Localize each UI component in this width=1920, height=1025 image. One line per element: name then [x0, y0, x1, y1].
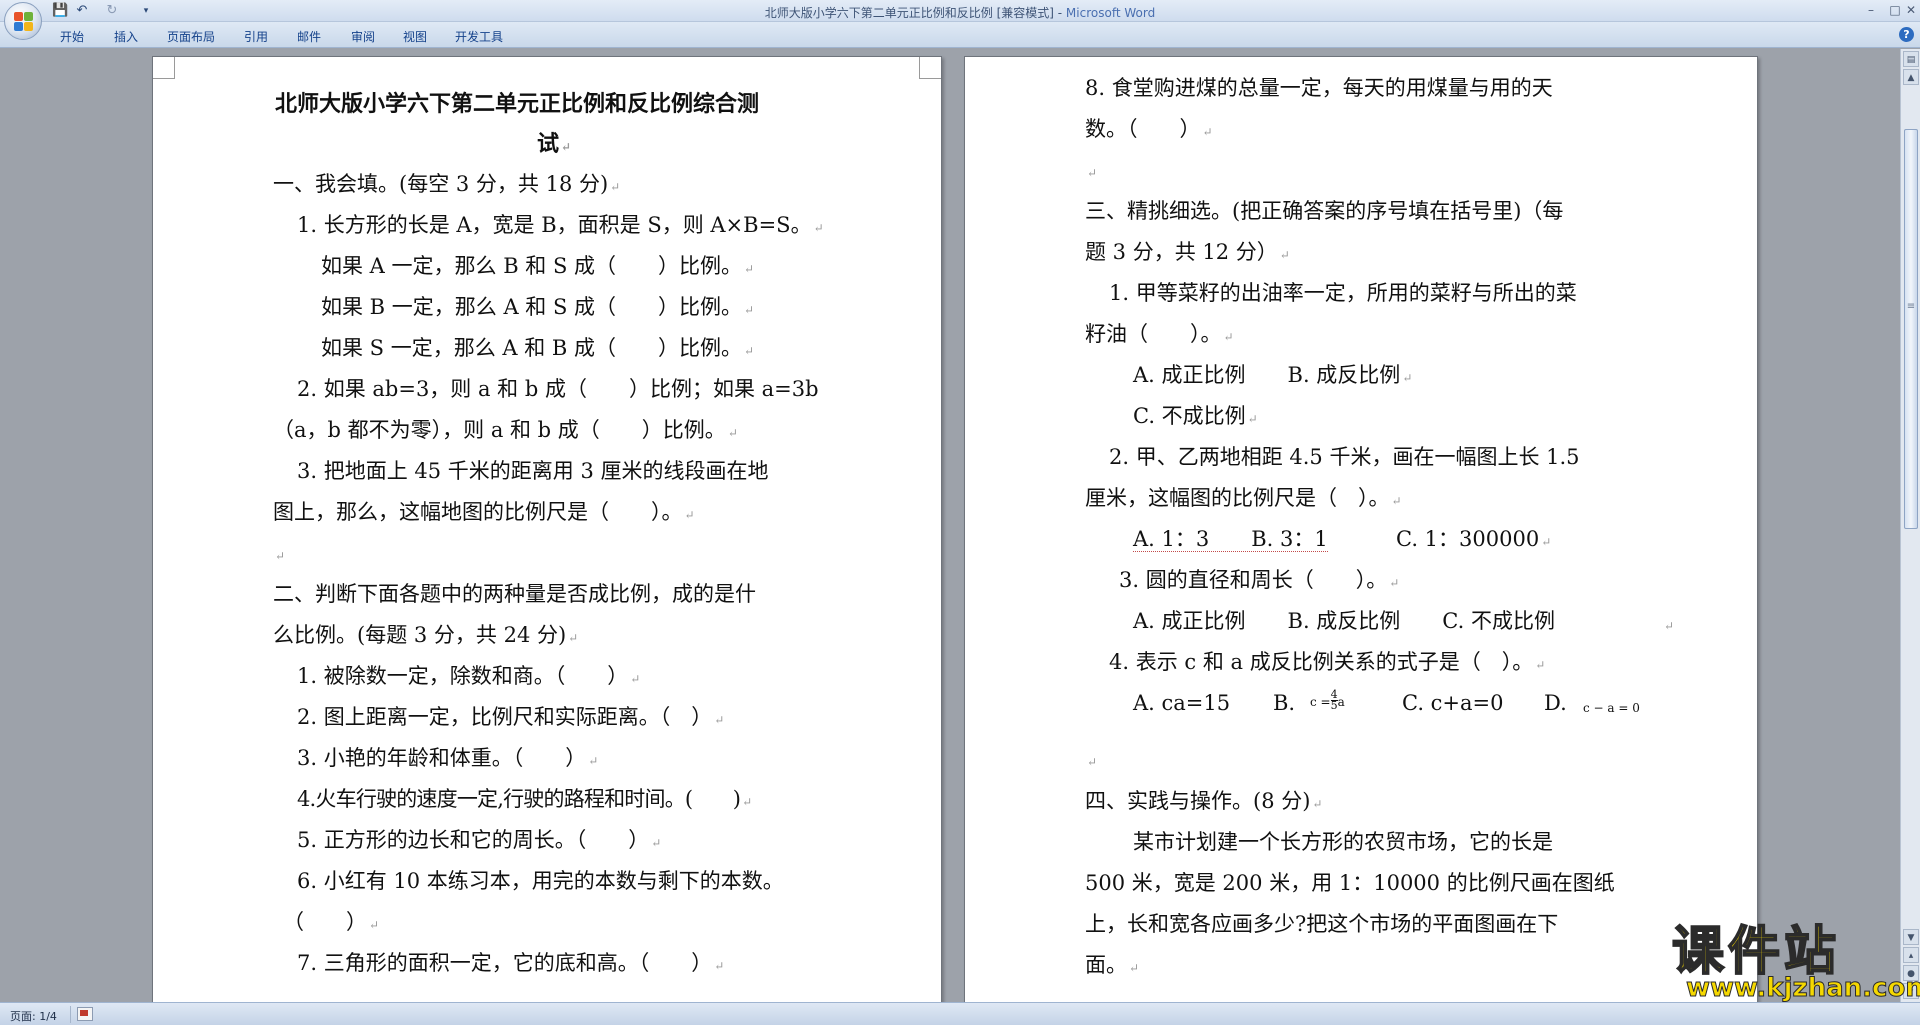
scroll-grip-icon: ≡ — [1906, 301, 1916, 312]
doc-answer-option-d: D. — [1544, 691, 1567, 715]
tab-insert[interactable]: 插入 — [114, 28, 138, 45]
tab-view[interactable]: 视图 — [403, 28, 427, 45]
doc-section-heading: 么比例。(每题 3 分，共 24 分) ↵ — [273, 623, 579, 647]
doc-fraction-formula: c = 4 5 a — [1310, 688, 1345, 712]
doc-answer-options: A. 1：3 B. 3：1 — [1133, 527, 1328, 552]
title-bar: 💾 ↶ ↻ ▾ 北师大版小学六下第二单元正比例和反比例 [兼容模式] - Mic… — [0, 0, 1920, 22]
doc-question-line: 3. 圆的直径和周长（ ）。 ↵ — [1119, 568, 1400, 592]
document-title-line-1: 北师大版小学六下第二单元正比例和反比例综合测 — [275, 91, 760, 117]
doc-question-line: 2. 甲、乙两地相距 4.5 千米，画在一幅图上长 1.5 — [1109, 445, 1580, 469]
help-icon[interactable]: ? — [1899, 27, 1914, 42]
close-button[interactable]: ✕ — [1900, 2, 1920, 19]
doc-section-heading: 一、我会填。(每空 3 分，共 18 分) ↵ — [273, 172, 621, 196]
doc-question-line: 某市计划建一个长方形的农贸市场，它的长是 — [1133, 830, 1553, 854]
doc-question-line: 2. 如果 ab=3，则 a 和 b 成（ ）比例；如果 a=3b — [297, 377, 819, 401]
vertical-scrollbar[interactable]: ▤ ▲ ≡ ▼ ▴ ● ▾ — [1900, 49, 1920, 1002]
tab-references[interactable]: 引用 — [244, 28, 268, 45]
status-bar: 页面: 1/4 — [0, 1002, 1920, 1025]
doc-section-heading: 三、精挑细选。(把正确答案的序号填在括号里)（每 — [1085, 199, 1564, 223]
minimize-button[interactable]: – — [1860, 2, 1882, 19]
page-indicator[interactable]: 页面: 1/4 — [10, 1008, 57, 1024]
tab-mailings[interactable]: 邮件 — [297, 28, 321, 45]
doc-answer-options: C. 不成比例 ↵ — [1133, 404, 1258, 428]
doc-question-line: （a，b 都不为零），则 a 和 b 成（ ）比例。 ↵ — [273, 418, 738, 442]
doc-empty-paragraph: ↵ — [1087, 755, 1098, 769]
doc-question-line: 7. 三角形的面积一定，它的底和高。（ ） ↵ — [297, 951, 725, 975]
doc-question-line: 籽油（ ）。 ↵ — [1085, 322, 1234, 346]
doc-question-line: 厘米，这幅图的比例尺是（ ）。 ↵ — [1085, 486, 1402, 510]
doc-section-heading: 四、实践与操作。(8 分) ↵ — [1085, 789, 1323, 813]
tab-developer[interactable]: 开发工具 — [455, 28, 503, 45]
doc-question-line: 4. 表示 c 和 a 成反比例关系的式子是（ ）。 ↵ — [1109, 650, 1546, 674]
doc-answer-option-b: B. — [1273, 691, 1296, 715]
document-page-left[interactable]: 北师大版小学六下第二单元正比例和反比例综合测 试 ↵ 一、我会填。(每空 3 分，… — [152, 56, 942, 1002]
status-divider — [70, 1006, 71, 1023]
doc-paragraph-mark: ↵ — [1664, 619, 1675, 633]
doc-question-line: 3. 把地面上 45 千米的距离用 3 厘米的线段画在地 — [297, 459, 769, 483]
doc-section-heading: 题 3 分，共 12 分） ↵ — [1085, 240, 1290, 264]
doc-answer-option-c: C. c+a=0 — [1402, 691, 1504, 715]
page-corner-mark — [919, 57, 941, 79]
doc-question-line: 6. 小红有 10 本练习本，用完的本数与剩下的本数。 — [297, 869, 784, 893]
doc-question-line: 1. 长方形的长是 A，宽是 B，面积是 S，则 A×B=S。 ↵ — [297, 213, 824, 237]
window-title: 北师大版小学六下第二单元正比例和反比例 [兼容模式] - Microsoft W… — [0, 4, 1920, 21]
doc-question-line: 8. 食堂购进煤的总量一定，每天的用煤量与用的天 — [1085, 76, 1553, 100]
doc-question-line: 2. 图上距离一定，比例尺和实际距离。（ ） ↵ — [297, 705, 725, 729]
doc-question-line: 如果 A 一定，那么 B 和 S 成（ ）比例。 ↵ — [321, 254, 755, 278]
ribbon-tab-bar: 开始 插入 页面布局 引用 邮件 审阅 视图 开发工具 ? — [0, 22, 1920, 48]
doc-empty-paragraph: ↵ — [275, 549, 286, 563]
doc-section-heading: 二、判断下面各题中的两种量是否成比例，成的是什 — [273, 582, 756, 606]
scroll-down-arrow-icon[interactable]: ▼ — [1903, 929, 1919, 945]
doc-question-line: 上，长和宽各应画多少?把这个市场的平面图画在下 — [1085, 912, 1559, 936]
doc-question-line: 1. 被除数一定，除数和商。（ ） ↵ — [297, 664, 641, 688]
app-name: Microsoft Word — [1065, 6, 1156, 20]
doc-answer-options: C. 1：300000 ↵ — [1396, 527, 1552, 551]
document-workspace[interactable]: 北师大版小学六下第二单元正比例和反比例综合测 试 ↵ 一、我会填。(每空 3 分，… — [0, 49, 1900, 1002]
doc-question-line: 如果 B 一定，那么 A 和 S 成（ ）比例。 ↵ — [321, 295, 755, 319]
doc-formula: c − a = 0 — [1583, 701, 1640, 715]
tab-page-layout[interactable]: 页面布局 — [167, 28, 215, 45]
doc-question-line: 5. 正方形的边长和它的周长。（ ） ↵ — [297, 828, 662, 852]
previous-page-icon[interactable]: ▴ — [1903, 947, 1919, 963]
doc-question-line: 如果 S 一定，那么 A 和 B 成（ ）比例。 ↵ — [321, 336, 755, 360]
document-title: 北师大版小学六下第二单元正比例和反比例 [兼容模式] - — [764, 6, 1066, 20]
document-title-line-2: 试 ↵ — [537, 131, 572, 157]
doc-question-line: 500 米，宽是 200 米，用 1：10000 的比例尺画在图纸 — [1085, 871, 1615, 895]
doc-question-line: 3. 小艳的年龄和体重。（ ） ↵ — [297, 746, 599, 770]
proofing-status-icon[interactable] — [77, 1007, 93, 1021]
fraction: 45 — [1330, 688, 1338, 712]
doc-question-line: 图上，那么，这幅地图的比例尺是（ ）。 ↵ — [273, 500, 695, 524]
doc-question-line: 1. 甲等菜籽的出油率一定，所用的菜籽与所出的菜 — [1109, 281, 1577, 305]
page-corner-mark — [153, 57, 175, 79]
doc-answer-options: A. 成正比例 B. 成反比例 C. 不成比例 — [1133, 609, 1555, 633]
document-page-right[interactable]: 8. 食堂购进煤的总量一定，每天的用煤量与用的天 数。（ ） ↵ ↵ 三、精挑细选… — [964, 56, 1758, 1002]
doc-answer-options: A. 成正比例 B. 成反比例 ↵ — [1133, 363, 1413, 387]
office-button[interactable] — [4, 2, 42, 40]
doc-question-line: （ ） ↵ — [283, 910, 380, 934]
scroll-thumb[interactable] — [1904, 129, 1918, 529]
ruler-toggle-icon[interactable]: ▤ — [1903, 51, 1919, 67]
doc-question-line: 数。（ ） ↵ — [1085, 117, 1213, 141]
watermark-url: www.kjzhan.com — [1685, 973, 1920, 1003]
watermark-logo-text: 课件站 — [1671, 922, 1841, 982]
tab-review[interactable]: 审阅 — [351, 28, 375, 45]
doc-answer-option-a: A. ca=15 — [1133, 691, 1231, 715]
doc-empty-paragraph: ↵ — [1087, 166, 1098, 180]
doc-question-line: 4.火车行驶的速度一定,行驶的路程和时间。( ) ↵ — [297, 787, 752, 811]
tab-home[interactable]: 开始 — [60, 28, 84, 45]
office-logo-icon — [14, 12, 34, 32]
doc-question-line: 面。 ↵ — [1085, 953, 1140, 977]
scroll-up-arrow-icon[interactable]: ▲ — [1903, 69, 1919, 85]
